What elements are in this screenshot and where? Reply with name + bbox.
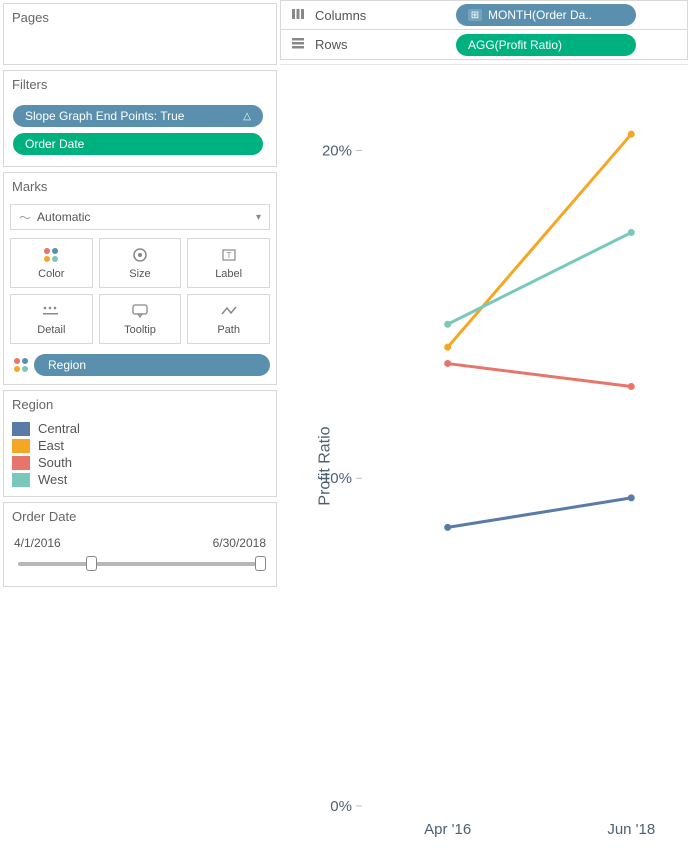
marks-label-button[interactable]: T Label (187, 238, 270, 288)
point[interactable] (628, 131, 635, 138)
date-range-slider[interactable] (18, 554, 262, 572)
filter-order-date[interactable]: Order Date (13, 133, 263, 155)
rows-pill-label: AGG(Profit Ratio) (468, 38, 562, 52)
pages-panel: Pages (3, 3, 277, 65)
marks-color-button[interactable]: Color (10, 238, 93, 288)
swatch-central (12, 422, 30, 436)
legend-panel: Region Central East South West (3, 390, 277, 497)
label-icon: T (220, 246, 238, 264)
filter-pill-label: Order Date (25, 137, 84, 151)
swatch-east (12, 439, 30, 453)
columns-shelf[interactable]: Columns ⊞ MONTH(Order Da.. (280, 0, 688, 30)
slider-track (18, 562, 262, 566)
marks-detail-label: Detail (37, 324, 65, 336)
columns-label: Columns (315, 8, 445, 23)
point[interactable] (444, 321, 451, 328)
point[interactable] (628, 229, 635, 236)
path-icon (220, 302, 238, 320)
point[interactable] (444, 344, 451, 351)
marks-size-button[interactable]: Size (99, 238, 182, 288)
series-east[interactable] (448, 134, 632, 347)
date-from-label: 4/1/2016 (14, 536, 61, 550)
marks-path-label: Path (217, 324, 240, 336)
order-date-panel: Order Date 4/1/2016 6/30/2018 (3, 502, 277, 587)
marks-path-button[interactable]: Path (187, 294, 270, 344)
legend-label: West (38, 472, 67, 487)
legend-label: Central (38, 421, 80, 436)
line-icon: 〜 (19, 209, 31, 226)
legend-item-south[interactable]: South (12, 454, 268, 471)
pages-label: Pages (4, 4, 276, 31)
point[interactable] (444, 524, 451, 531)
detail-icon (42, 302, 60, 320)
x-tick-label: Jun '18 (607, 821, 655, 838)
marks-detail-button[interactable]: Detail (10, 294, 93, 344)
rows-label: Rows (315, 37, 445, 52)
marks-text-label: Label (215, 268, 242, 280)
legend-item-west[interactable]: West (12, 471, 268, 488)
svg-text:20%: 20% (322, 143, 352, 160)
color-icon (44, 246, 58, 264)
point[interactable] (444, 360, 451, 367)
swatch-west (12, 473, 30, 487)
marks-panel: Marks 〜 Automatic ▾ Color Size (3, 172, 277, 385)
svg-text:0%: 0% (330, 798, 352, 815)
series-west[interactable] (448, 232, 632, 324)
slider-handle-start[interactable] (86, 556, 97, 571)
point[interactable] (628, 494, 635, 501)
rows-icon (289, 37, 307, 52)
marks-size-label: Size (129, 268, 150, 280)
marks-label: Marks (4, 173, 276, 200)
caret-down-icon: ▾ (256, 212, 261, 223)
filter-pill-label: Slope Graph End Points: True (25, 109, 184, 123)
size-icon (131, 246, 149, 264)
legend-title: Region (4, 391, 276, 418)
tooltip-icon (131, 302, 149, 320)
marks-tooltip-button[interactable]: Tooltip (99, 294, 182, 344)
svg-text:T: T (226, 251, 231, 260)
legend-label: East (38, 438, 64, 453)
swatch-south (12, 456, 30, 470)
delta-icon: △ (243, 111, 251, 122)
rows-pill-profit-ratio[interactable]: AGG(Profit Ratio) (456, 34, 636, 56)
date-to-label: 6/30/2018 (213, 536, 266, 550)
plus-icon: ⊞ (468, 9, 482, 21)
legend-label: South (38, 455, 72, 470)
order-date-title: Order Date (4, 503, 276, 530)
chart-area[interactable]: Profit Ratio 0%10%20%Apr '16Jun '18 (280, 64, 688, 866)
marks-type-label: Automatic (37, 210, 90, 224)
filters-panel: Filters Slope Graph End Points: True △ O… (3, 70, 277, 167)
region-pill-label: Region (48, 358, 86, 372)
legend-item-central[interactable]: Central (12, 420, 268, 437)
filter-slope-endpoints[interactable]: Slope Graph End Points: True △ (13, 105, 263, 127)
series-central[interactable] (448, 498, 632, 527)
columns-pill-month[interactable]: ⊞ MONTH(Order Da.. (456, 4, 636, 26)
y-axis-title: Profit Ratio (317, 426, 335, 505)
marks-tooltip-label: Tooltip (124, 324, 156, 336)
color-icon (14, 358, 28, 372)
rows-shelf[interactable]: Rows AGG(Profit Ratio) (280, 30, 688, 60)
slider-handle-end[interactable] (255, 556, 266, 571)
columns-icon (289, 8, 307, 23)
filters-label: Filters (4, 71, 276, 98)
legend-item-east[interactable]: East (12, 437, 268, 454)
marks-type-select[interactable]: 〜 Automatic ▾ (10, 204, 270, 230)
series-south[interactable] (448, 364, 632, 387)
columns-pill-label: MONTH(Order Da.. (488, 8, 592, 22)
x-tick-label: Apr '16 (424, 821, 471, 838)
marks-region-pill[interactable]: Region (34, 354, 270, 376)
marks-color-label: Color (38, 268, 64, 280)
point[interactable] (628, 383, 635, 390)
